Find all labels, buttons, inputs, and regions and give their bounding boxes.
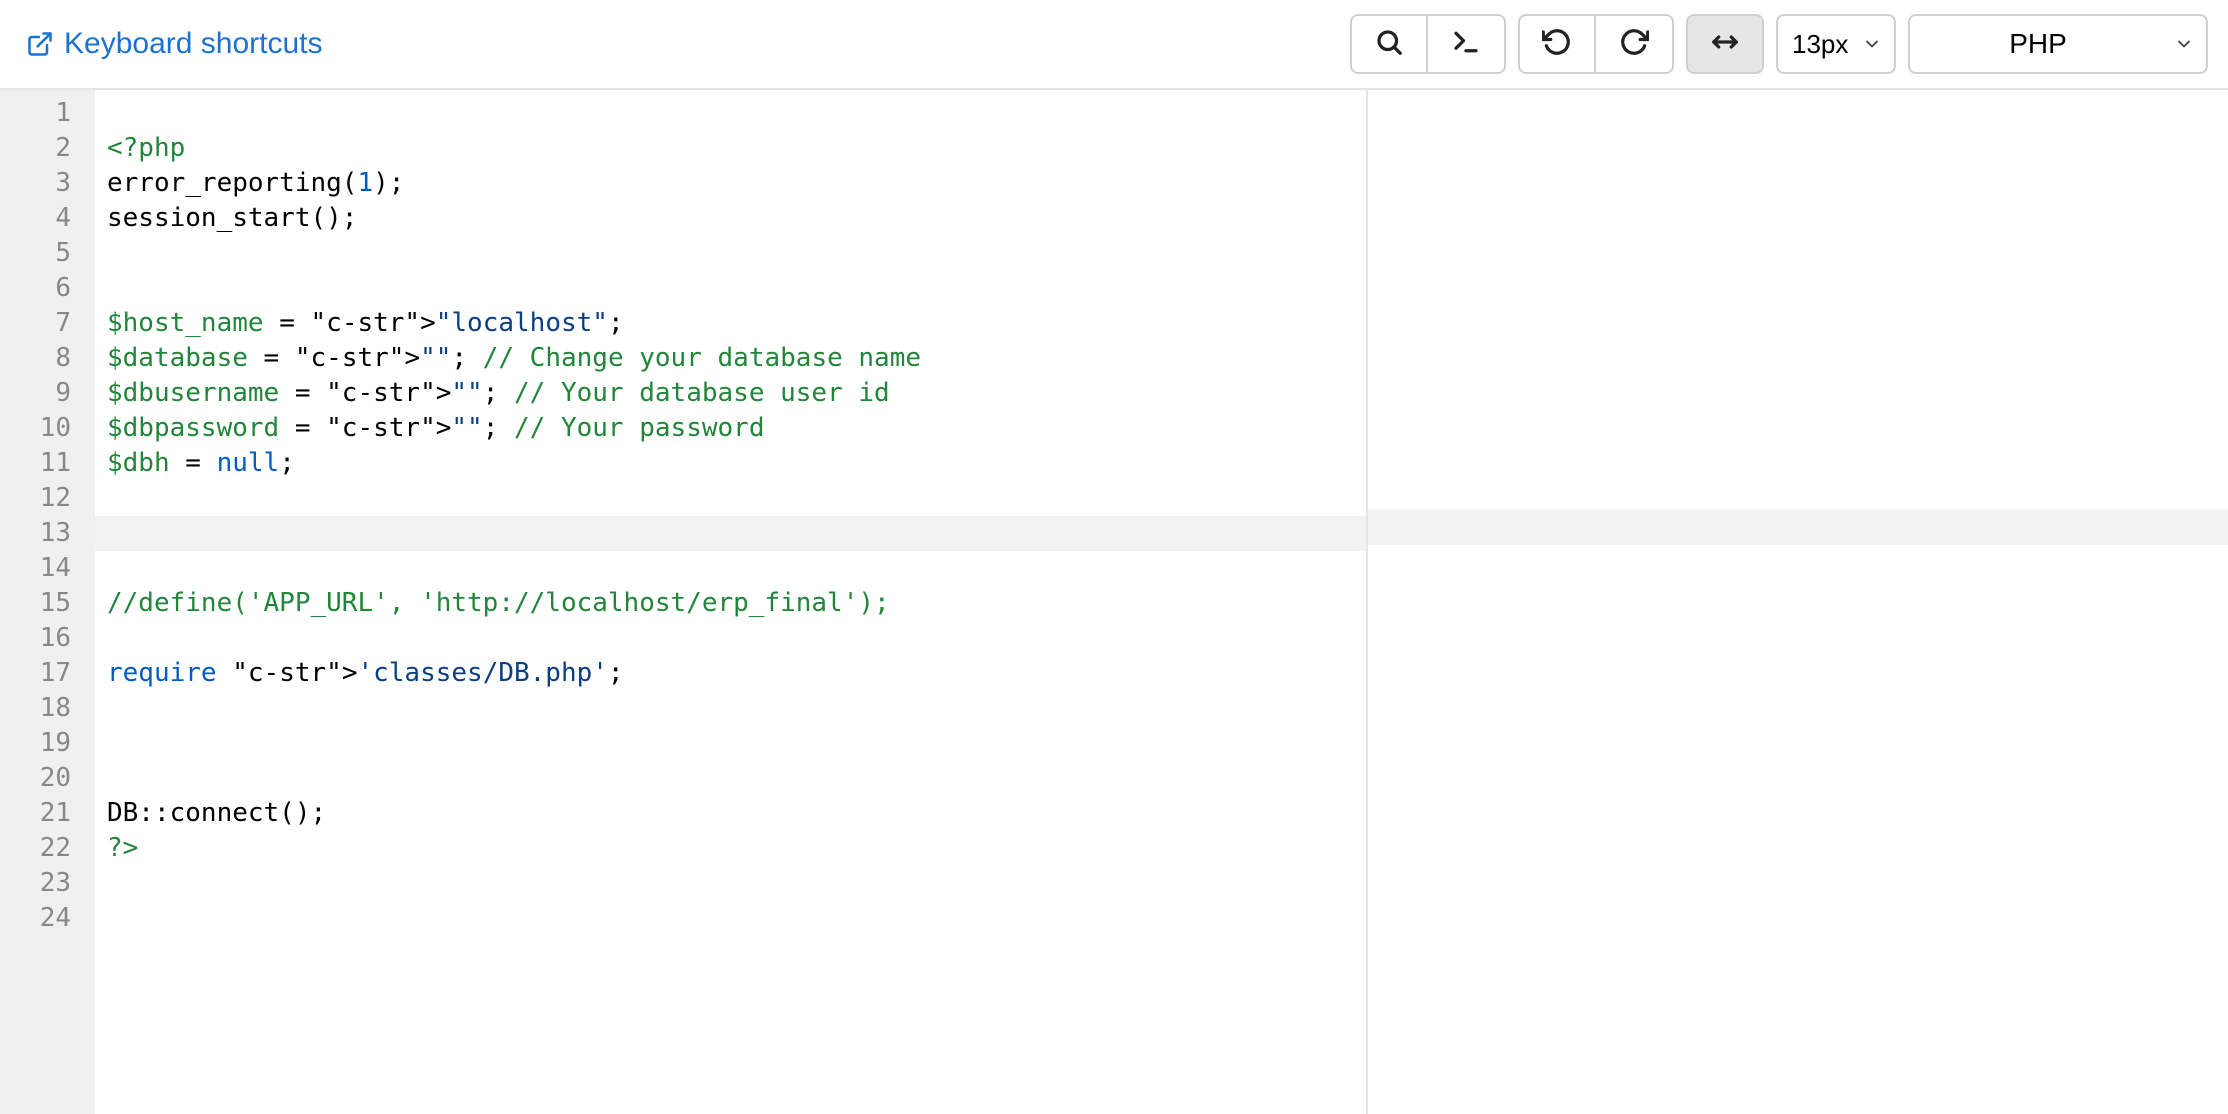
- line-number: 16: [0, 621, 95, 656]
- line-number: 19: [0, 726, 95, 761]
- code-line[interactable]: [107, 866, 1366, 901]
- code-line[interactable]: [107, 691, 1366, 726]
- code-line[interactable]: //define('APP_URL', 'http://localhost/er…: [107, 586, 1366, 621]
- line-number: 20: [0, 761, 95, 796]
- code-line[interactable]: [107, 761, 1366, 796]
- code-editor[interactable]: <?phperror_reporting(1);session_start();…: [95, 90, 1366, 1114]
- font-size-select[interactable]: 13px: [1776, 14, 1896, 74]
- line-number: 15: [0, 586, 95, 621]
- line-number: 14: [0, 551, 95, 586]
- code-line[interactable]: <?php: [107, 131, 1366, 166]
- line-number: 6: [0, 271, 95, 306]
- output-highlight-row: [1368, 510, 2228, 545]
- line-number: 24: [0, 901, 95, 936]
- line-number: 22: [0, 831, 95, 866]
- redo-button[interactable]: [1596, 14, 1674, 74]
- line-number: 17: [0, 656, 95, 691]
- line-number: 2: [0, 131, 95, 166]
- code-line[interactable]: [107, 271, 1366, 306]
- wrap-toggle-button[interactable]: [1686, 14, 1764, 74]
- line-number: 11: [0, 446, 95, 481]
- redo-icon: [1619, 27, 1649, 62]
- console-button[interactable]: [1428, 14, 1506, 74]
- code-line[interactable]: error_reporting(1);: [107, 166, 1366, 201]
- keyboard-shortcuts-link[interactable]: Keyboard shortcuts: [26, 27, 322, 61]
- search-button[interactable]: [1350, 14, 1428, 74]
- code-line[interactable]: $dbusername = "c-str">""; // Your databa…: [107, 376, 1366, 411]
- line-number: 18: [0, 691, 95, 726]
- line-number: 13: [0, 516, 95, 551]
- chevron-down-icon: [2174, 34, 2194, 54]
- horizontal-arrows-icon: [1710, 27, 1740, 62]
- code-line[interactable]: require "c-str">'classes/DB.php';: [107, 656, 1366, 691]
- external-link-icon: [26, 30, 54, 58]
- code-line[interactable]: [107, 481, 1366, 516]
- code-line[interactable]: [107, 551, 1366, 586]
- code-line[interactable]: [107, 96, 1366, 131]
- line-number: 12: [0, 481, 95, 516]
- line-number: 10: [0, 411, 95, 446]
- editor-pane: 123456789101112131415161718192021222324 …: [0, 90, 1368, 1114]
- code-line[interactable]: $dbpassword = "c-str">""; // Your passwo…: [107, 411, 1366, 446]
- btn-group-tools: [1350, 14, 1506, 74]
- language-select[interactable]: PHP: [1908, 14, 2208, 74]
- code-line[interactable]: session_start();: [107, 201, 1366, 236]
- code-line[interactable]: ?>: [107, 831, 1366, 866]
- app-root: Keyboard shortcuts: [0, 0, 2228, 1114]
- line-number: 9: [0, 376, 95, 411]
- undo-button[interactable]: [1518, 14, 1596, 74]
- line-number: 5: [0, 236, 95, 271]
- code-line[interactable]: [107, 621, 1366, 656]
- line-number: 8: [0, 341, 95, 376]
- output-pane: [1368, 90, 2228, 1114]
- line-number: 7: [0, 306, 95, 341]
- toolbar: Keyboard shortcuts: [0, 0, 2228, 90]
- btn-group-history: [1518, 14, 1674, 74]
- code-line[interactable]: $host_name = "c-str">"localhost";: [107, 306, 1366, 341]
- line-number: 23: [0, 866, 95, 901]
- toolbar-right: 13px PHP: [1350, 14, 2208, 74]
- line-number: 4: [0, 201, 95, 236]
- terminal-icon: [1451, 27, 1481, 62]
- code-line[interactable]: DB::connect();: [107, 796, 1366, 831]
- keyboard-shortcuts-label: Keyboard shortcuts: [64, 27, 322, 61]
- chevron-down-icon: [1862, 34, 1882, 54]
- code-line[interactable]: [107, 726, 1366, 761]
- editor-area: 123456789101112131415161718192021222324 …: [0, 90, 2228, 1114]
- code-line[interactable]: $database = "c-str">""; // Change your d…: [107, 341, 1366, 376]
- line-number: 3: [0, 166, 95, 201]
- line-number-gutter: 123456789101112131415161718192021222324: [0, 90, 95, 1114]
- code-line[interactable]: [95, 516, 1366, 551]
- language-value: PHP: [2009, 28, 2067, 60]
- code-line[interactable]: $dbh = null;: [107, 446, 1366, 481]
- code-line[interactable]: [107, 901, 1366, 936]
- line-number: 21: [0, 796, 95, 831]
- font-size-value: 13px: [1792, 29, 1848, 60]
- code-line[interactable]: [107, 236, 1366, 271]
- undo-icon: [1542, 27, 1572, 62]
- line-number: 1: [0, 96, 95, 131]
- search-icon: [1374, 27, 1404, 62]
